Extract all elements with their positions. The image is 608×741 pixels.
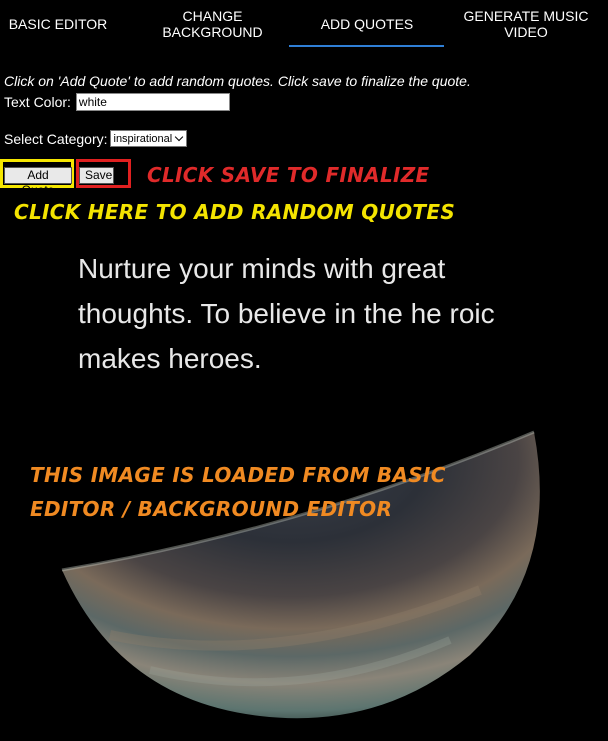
tab-label: GENERATE MUSIC VIDEO <box>463 8 589 40</box>
tab-label: CHANGE BACKGROUND <box>162 8 263 40</box>
active-tab-indicator <box>289 45 444 47</box>
save-button[interactable]: Save <box>79 167 114 184</box>
quote-text: Nurture your minds with great thoughts. … <box>78 253 495 374</box>
tab-change-background[interactable]: CHANGE BACKGROUND <box>135 0 290 46</box>
text-color-label: Text Color: <box>4 94 71 110</box>
tab-add-quotes[interactable]: ADD QUOTES <box>290 0 444 46</box>
category-select[interactable]: inspirational <box>109 130 188 147</box>
category-label: Select Category: <box>4 130 108 147</box>
tab-generate-music-video[interactable]: GENERATE MUSIC VIDEO <box>444 0 608 46</box>
instructions-text: Click on 'Add Quote' to add random quote… <box>4 73 471 89</box>
chevron-down-icon <box>174 132 184 142</box>
save-annotation: CLICK SAVE TO FINALIZE <box>147 163 430 187</box>
add-quote-button[interactable]: Add Quote <box>4 167 72 197</box>
text-color-row: Text Color: <box>4 93 230 111</box>
text-color-input[interactable] <box>75 93 230 111</box>
add-quote-annotation: CLICK HERE TO ADD RANDOM QUOTES <box>14 200 456 224</box>
image-source-annotation: THIS IMAGE IS LOADED FROM BASIC EDITOR /… <box>30 463 446 521</box>
category-row: Select Category: inspirational <box>4 130 188 147</box>
tab-label: ADD QUOTES <box>320 16 414 32</box>
tab-basic-editor[interactable]: BASIC EDITOR <box>0 0 116 46</box>
category-selected-value: inspirational <box>113 132 173 145</box>
tab-label: BASIC EDITOR <box>8 16 108 32</box>
tab-bar: BASIC EDITOR CHANGE BACKGROUND ADD QUOTE… <box>0 0 608 48</box>
